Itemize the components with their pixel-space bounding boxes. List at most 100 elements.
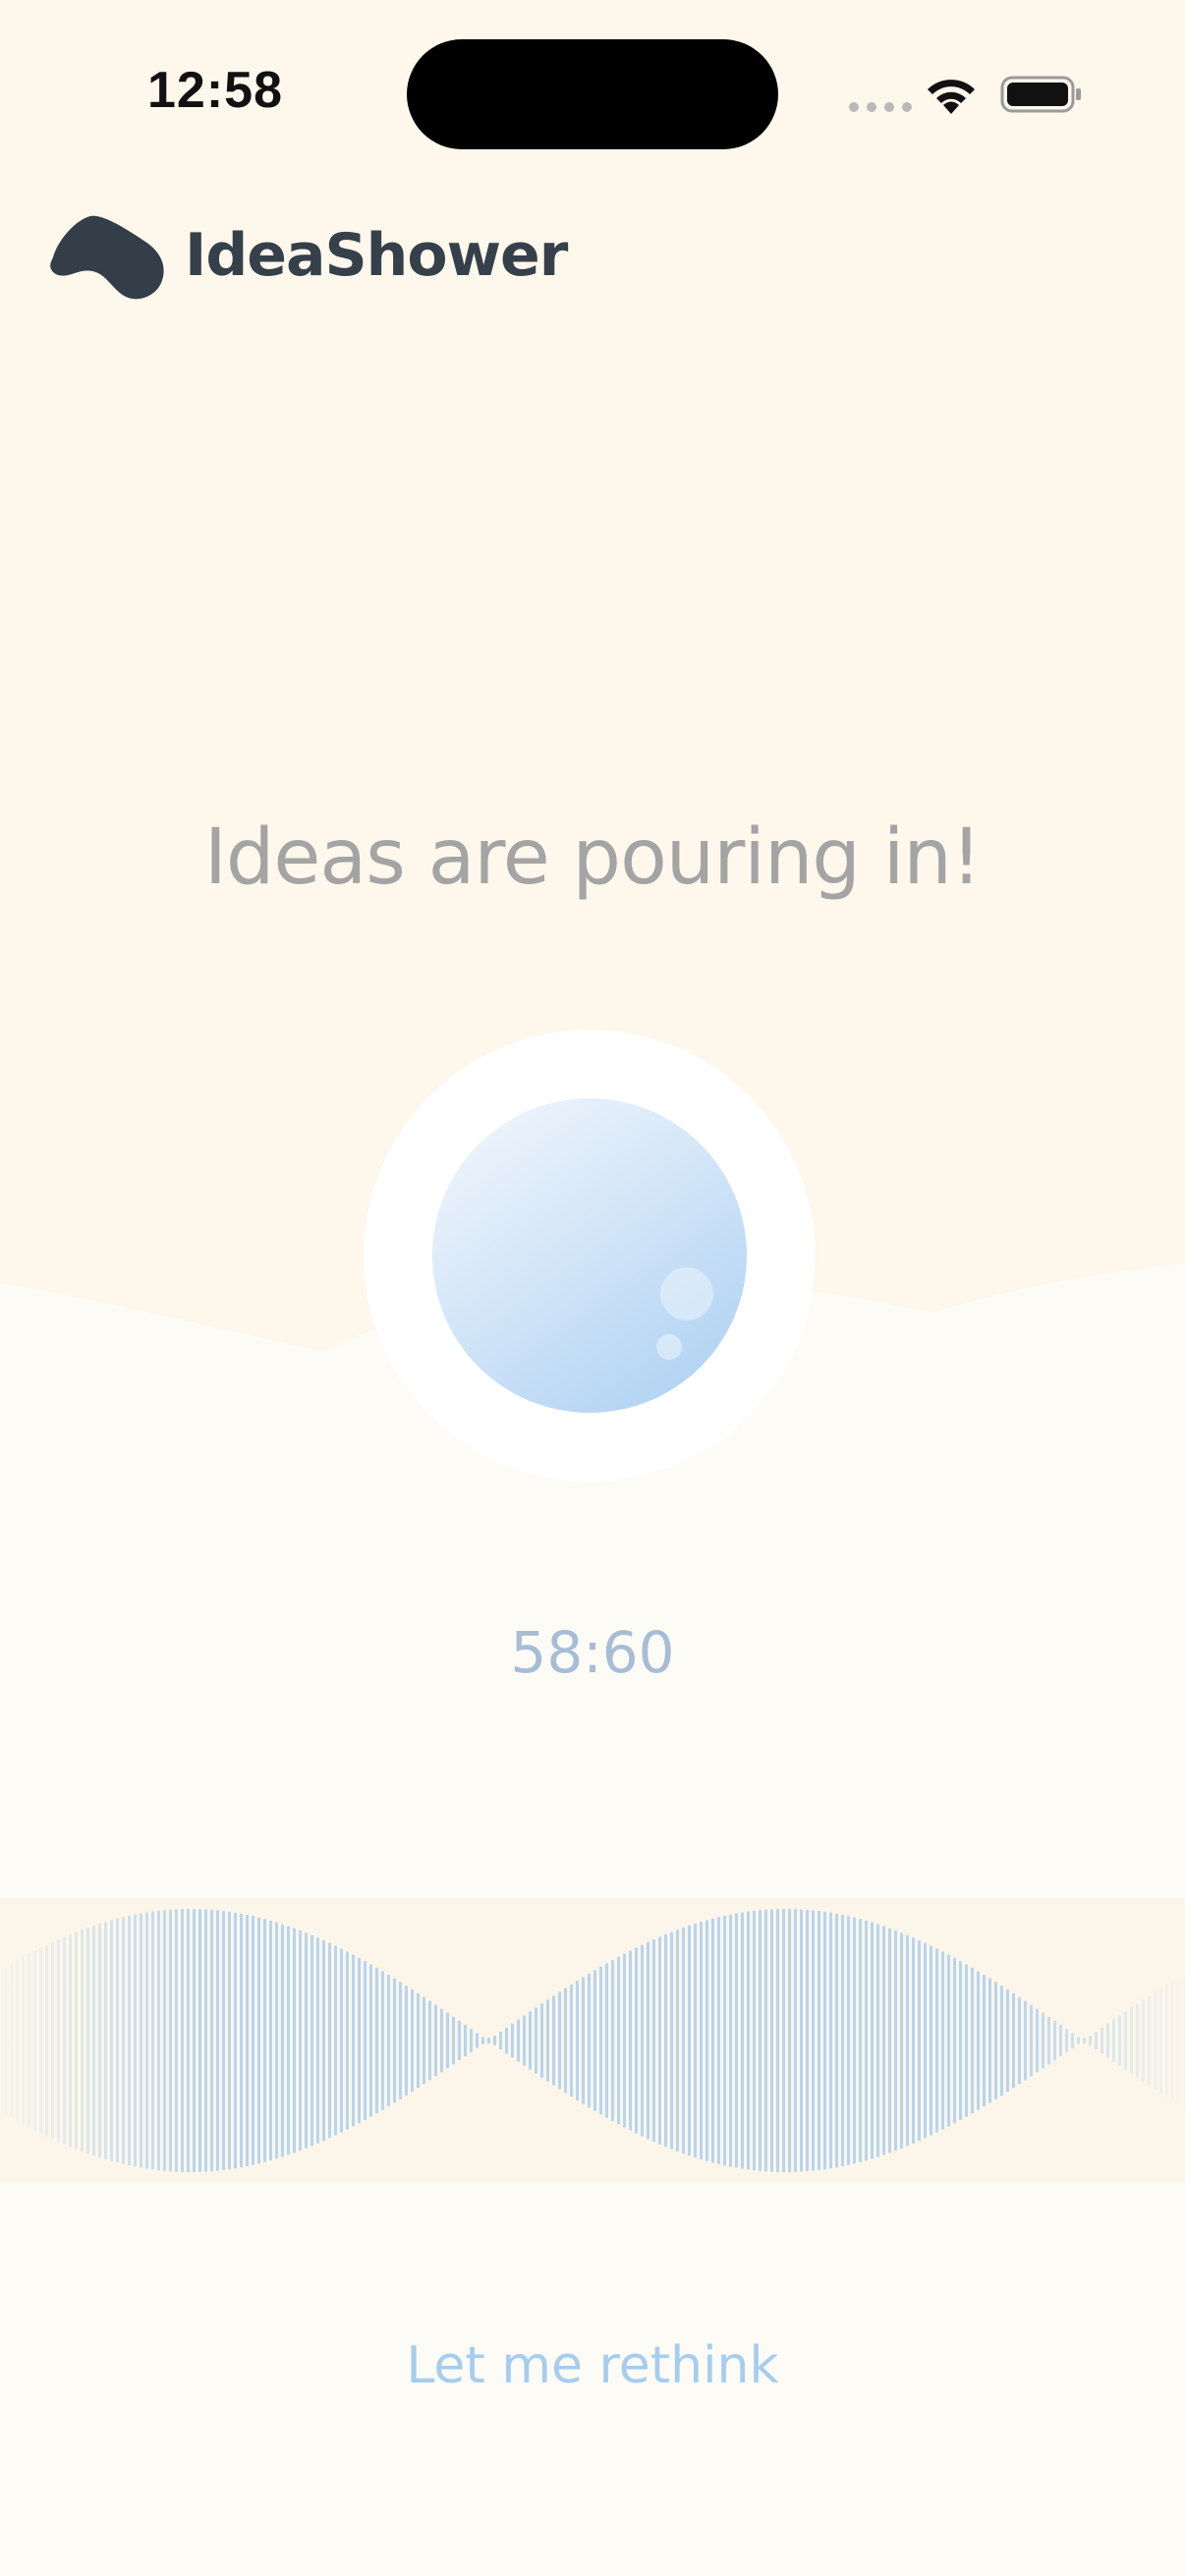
- waveform-bar: [499, 2031, 502, 2050]
- waveform-bar: [635, 1947, 638, 2134]
- waveform-bar: [517, 2019, 520, 2062]
- waveform-bar: [222, 1911, 225, 2170]
- waveform-bar: [493, 2036, 496, 2045]
- waveform-bar: [387, 1975, 390, 2106]
- record-button[interactable]: [364, 1030, 816, 1482]
- waveform-bar: [252, 1916, 254, 2165]
- waveform-bar: [941, 1951, 944, 2130]
- waveform-bar: [847, 1916, 850, 2165]
- waveform-bar: [812, 1910, 815, 2171]
- waveform-bar: [1000, 1986, 1003, 2096]
- waveform-bar: [334, 1945, 337, 2136]
- waveform-bar: [977, 1971, 980, 2110]
- waveform-strip: [0, 1898, 1185, 2183]
- waveform-bar: [882, 1926, 885, 2156]
- waveform-bar: [576, 1981, 579, 2100]
- waveform-bar: [593, 1970, 596, 2111]
- waveform-bar: [971, 1967, 974, 2114]
- waveform-bar: [234, 1912, 237, 2169]
- waveform-bar: [216, 1910, 219, 2171]
- waveform-bar: [664, 1933, 667, 2148]
- waveform-bar: [204, 1909, 207, 2172]
- waveform-bar: [647, 1941, 649, 2140]
- waveform-bar: [299, 1930, 302, 2152]
- waveform-bar: [434, 2004, 437, 2077]
- waveform-bar: [658, 1936, 661, 2145]
- waveform-bar: [918, 1939, 921, 2142]
- waveform-bar: [965, 1964, 968, 2117]
- waveform-bar: [281, 1924, 284, 2157]
- waveform-bar: [246, 1915, 249, 2166]
- waveform-bar: [352, 1954, 355, 2127]
- waveform-bar: [1006, 1988, 1009, 2093]
- waveform-bar: [788, 1909, 791, 2172]
- waveform-bar: [552, 1995, 555, 2086]
- waveform-bar: [629, 1950, 632, 2131]
- waveform-bar: [806, 1909, 809, 2172]
- status-bar: 12:58: [0, 0, 1185, 196]
- waveform-bar: [723, 1915, 726, 2166]
- audio-waveform: [0, 1898, 1185, 2183]
- waveform-bar: [871, 1922, 874, 2159]
- waveform-bar: [829, 1912, 832, 2169]
- waveform-bar: [888, 1928, 891, 2154]
- waveform-bar: [328, 1942, 331, 2139]
- waveform-bar: [835, 1913, 838, 2168]
- waveform-bar: [924, 1942, 927, 2139]
- waveform-bar: [411, 1988, 414, 2093]
- waveform-bar: [753, 1910, 756, 2171]
- waveform-bar: [423, 1996, 425, 2085]
- waveform-bar: [440, 2008, 443, 2073]
- rethink-link[interactable]: Let me rethink: [0, 2336, 1185, 2395]
- waveform-bar: [682, 1928, 685, 2154]
- waveform-bar: [588, 1973, 591, 2108]
- waveform-bar: [711, 1918, 714, 2163]
- waveform-bar: [570, 1984, 573, 2098]
- waveform-bar: [369, 1964, 372, 2117]
- waveform-bar: [876, 1924, 879, 2157]
- waveform-bar: [428, 2000, 431, 2081]
- waveform-bar: [257, 1917, 260, 2164]
- waveform-bar: [770, 1909, 773, 2172]
- waveform-bar: [611, 1960, 614, 2121]
- waveform-bar: [930, 1945, 932, 2136]
- waveform-bar: [641, 1944, 644, 2137]
- waveform-bar: [894, 1930, 897, 2152]
- headline: Ideas are pouring in!: [203, 813, 982, 902]
- waveform-bar: [688, 1925, 691, 2156]
- wifi-icon: [928, 80, 975, 114]
- waveform-bar: [505, 2027, 508, 2054]
- waveform-bar: [476, 2033, 479, 2048]
- waveform-bar: [906, 1934, 909, 2147]
- waveform-bar: [729, 1914, 732, 2167]
- waveform-bar: [564, 1988, 567, 2094]
- waveform-bar: [782, 1909, 785, 2172]
- waveform-bar: [700, 1922, 703, 2159]
- waveform-bar: [912, 1937, 915, 2144]
- waveform-bar: [399, 1982, 402, 2100]
- app-name: IdeaShower: [185, 221, 568, 290]
- waveform-bar: [263, 1919, 266, 2162]
- waveform-bar: [198, 1909, 201, 2172]
- waveform-bar: [287, 1926, 290, 2156]
- waveform-bar: [305, 1932, 308, 2149]
- battery-icon: [1000, 76, 1081, 113]
- waveform-bar: [747, 1911, 750, 2170]
- waveform-bar: [694, 1923, 697, 2158]
- waveform-bar: [599, 1966, 602, 2115]
- waveform-bar: [823, 1911, 826, 2170]
- waveform-bar: [988, 1978, 991, 2103]
- waveform-bar: [794, 1909, 797, 2172]
- waveform-bar: [652, 1939, 655, 2142]
- waveform-bar: [759, 1910, 762, 2171]
- waveform-bar: [994, 1982, 997, 2100]
- waveform-bar: [735, 1913, 738, 2168]
- bubble-large: [660, 1267, 713, 1320]
- waveform-bar: [228, 1911, 231, 2170]
- waveform-bar: [322, 1939, 325, 2142]
- waveform-bar: [393, 1978, 396, 2103]
- waveform-bar: [947, 1954, 950, 2127]
- waveform-bar: [617, 1956, 620, 2125]
- waveform-bar: [705, 1920, 708, 2161]
- waveform-bar: [511, 2023, 514, 2058]
